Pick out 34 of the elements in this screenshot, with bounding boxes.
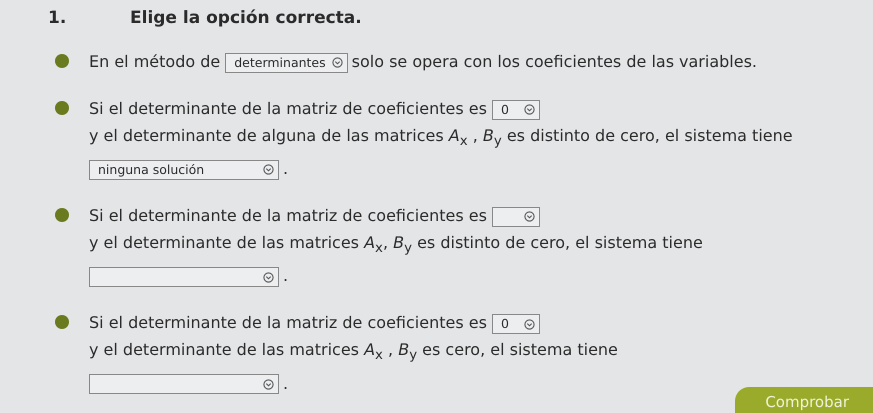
sentence-text: . — [283, 159, 288, 178]
sentence-text: . — [283, 266, 288, 286]
sentence-text: y el determinante de — [89, 340, 257, 360]
sentence-text: . — [283, 374, 288, 393]
chevron-down-icon — [263, 164, 274, 176]
bullet-icon — [55, 315, 69, 330]
dropdown[interactable] — [89, 267, 279, 287]
question-title: Elige la opción correcta. — [130, 8, 362, 28]
dropdown[interactable] — [89, 374, 279, 394]
question-number: 1. — [48, 8, 68, 28]
sentence-text: las matrices A$_{x}$, B$_{y}$ es distinto de cero, el sistema tiene — [262, 233, 703, 252]
sentence-text: Si el determinante de la matriz de coeficientes es — [89, 99, 487, 118]
chevron-down-icon — [524, 104, 535, 116]
dropdown[interactable]: 0 — [492, 100, 540, 120]
sentence-text: Si el determinante de la matriz de coeficientes es — [89, 313, 487, 332]
bullet-icon — [55, 54, 69, 68]
bullet-icon — [55, 101, 69, 115]
chevron-down-icon — [263, 272, 274, 282]
chevron-down-icon — [524, 211, 535, 222]
chevron-down-icon — [524, 318, 535, 330]
dropdown[interactable]: determinantes — [225, 52, 348, 73]
sentence-text: las matrices A$_{x}$ , B$_{y}$ es cero, el sistema tiene — [262, 340, 618, 360]
dropdown[interactable]: ninguna solución — [89, 160, 279, 180]
sentence-text: solo se opera con los coeficientes de las — [352, 52, 674, 71]
sentence-text: y el determinante de — [89, 126, 257, 145]
sentence-text: En el método de — [89, 52, 220, 71]
chevron-down-icon — [332, 57, 343, 68]
chevron-down-icon — [263, 378, 274, 390]
dropdown[interactable]: 0 — [492, 314, 540, 334]
sentence-text: y el determinante de — [89, 233, 257, 252]
bullet-icon — [55, 208, 69, 222]
sentence-text: variables. — [679, 52, 757, 71]
dropdown[interactable] — [492, 206, 540, 227]
sentence-text: Si el determinante de la matriz de coeficientes es — [89, 206, 487, 226]
